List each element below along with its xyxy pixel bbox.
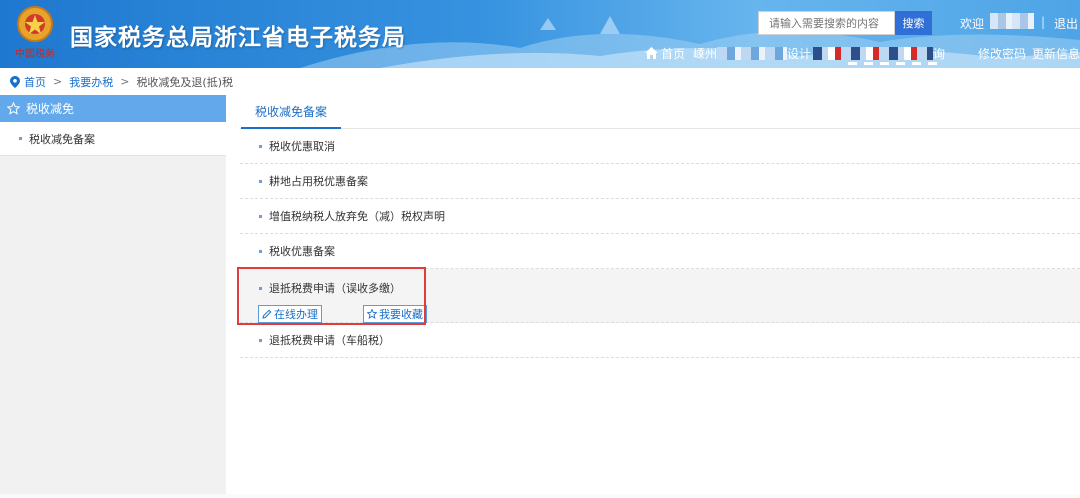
nav-item-partial[interactable]: 嵊州 (693, 45, 717, 62)
breadcrumb-separator: > (120, 75, 130, 88)
nav-indicator (848, 62, 938, 65)
bullet-icon (19, 137, 22, 140)
update-info-link[interactable]: 更新信息 (1032, 45, 1080, 62)
username-redacted (990, 13, 1034, 29)
list-item-label: 增值税纳税人放弃免（减）税权声明 (269, 210, 445, 223)
breadcrumb-current: 税收减免及退(抵)税 (136, 75, 234, 89)
search-input[interactable] (758, 11, 895, 35)
online-process-button[interactable]: 在线办理 (258, 305, 322, 323)
home-icon (645, 47, 658, 59)
list-item-label: 退抵税费申请（车船税） (269, 334, 390, 347)
online-process-label: 在线办理 (274, 308, 318, 321)
nav-redacted (717, 46, 788, 60)
list-item-label: 退抵税费申请（误收多缴） (269, 282, 401, 295)
bullet-icon (259, 286, 262, 290)
nav-item-partial3[interactable]: 询 (933, 45, 945, 62)
sidebar-header[interactable]: 税收减免 (0, 95, 226, 122)
list-item-expanded[interactable]: 退抵税费申请（误收多缴） 在线办理 我要收藏 (240, 269, 1080, 323)
favorite-label: 我要收藏 (379, 308, 423, 321)
favorite-button[interactable]: 我要收藏 (363, 305, 427, 323)
bullet-icon (259, 214, 262, 218)
edit-pencil-icon (262, 309, 272, 319)
sidebar-item-tax-exemption-filing[interactable]: 税收减免备案 (0, 122, 226, 156)
breadcrumb-separator: > (53, 75, 63, 88)
emblem-text: 中国税务 (15, 47, 55, 60)
list-item[interactable]: 税收优惠取消 (240, 129, 1080, 164)
list-item[interactable]: 增值税纳税人放弃免（减）税权声明 (240, 199, 1080, 234)
bullet-icon (259, 179, 262, 183)
tab-tax-exemption-filing[interactable]: 税收减免备案 (241, 95, 341, 129)
nav-home-link[interactable]: 首页 (661, 45, 685, 62)
change-password-link[interactable]: 修改密码 (978, 45, 1026, 62)
star-outline-icon (7, 102, 20, 115)
site-header: 中国税务 国家税务总局浙江省电子税务局 搜索 欢迎 | 退出 首页 嵊州 设计 … (0, 0, 1080, 68)
bullet-icon (259, 144, 262, 148)
logout-link[interactable]: 退出 (1054, 15, 1078, 32)
list-item[interactable]: 耕地占用税优惠备案 (240, 164, 1080, 199)
welcome-text: 欢迎 (960, 17, 985, 31)
search-button[interactable]: 搜索 (895, 11, 932, 35)
bullet-icon (259, 338, 262, 342)
item-actions: 在线办理 我要收藏 (258, 305, 427, 323)
emblem-icon: 中国税务 (15, 6, 55, 60)
list-item-label: 税收优惠备案 (269, 245, 335, 258)
nav-item-partial2[interactable]: 设计 (787, 45, 811, 62)
main-content: 税收减免备案 税收优惠取消 耕地占用税优惠备案 增值税纳税人放弃免（减）税权声明… (240, 95, 1080, 498)
separator: | (1041, 15, 1046, 29)
list-item-label: 税收优惠取消 (269, 140, 335, 153)
site-title: 国家税务总局浙江省电子税务局 (70, 25, 406, 51)
location-pin-icon (10, 75, 20, 88)
favorite-star-icon (367, 309, 377, 319)
sidebar-item-label: 税收减免备案 (29, 132, 95, 146)
bullet-icon (259, 249, 262, 253)
footer-strip (0, 494, 1080, 498)
breadcrumb-home[interactable]: 首页 (24, 74, 46, 90)
list-item[interactable]: 税收优惠备案 (240, 234, 1080, 269)
list-item[interactable]: 退抵税费申请（车船税） (240, 323, 1080, 358)
tab-bar: 税收减免备案 (240, 95, 1080, 129)
list-item-title: 退抵税费申请（误收多缴） (259, 280, 401, 296)
list-item-label: 耕地占用税优惠备案 (269, 175, 368, 188)
sidebar: 税收减免 税收减免备案 (0, 95, 226, 498)
top-nav: 首页 嵊州 设计 询 (645, 45, 945, 61)
breadcrumb: 首页 > 我要办税 > 税收减免及退(抵)税 (0, 68, 1080, 95)
breadcrumb-section[interactable]: 我要办税 (69, 74, 113, 90)
sidebar-header-label: 税收减免 (26, 102, 75, 116)
nav-redacted (813, 46, 934, 60)
